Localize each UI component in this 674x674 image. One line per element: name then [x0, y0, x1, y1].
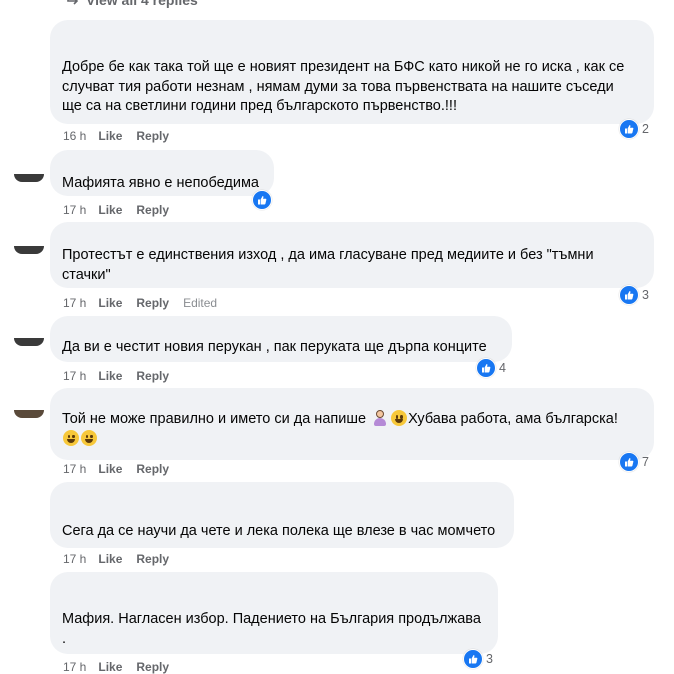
reply-button[interactable]: Reply: [136, 203, 169, 217]
comment-bubble: Мафия. Нагласен избор. Падението на Бълг…: [50, 572, 498, 654]
smiley-emoji-icon: [81, 429, 97, 446]
comment-timestamp[interactable]: 17 h: [63, 462, 86, 476]
comment-text-line: ще са на светлини години пред българскот…: [62, 98, 457, 114]
reaction-count-value: 7: [642, 455, 649, 469]
comment-meta: 17 h Like Reply: [63, 660, 183, 674]
comment-text-line: Мафията явно е непобедима: [62, 175, 259, 191]
comment-meta: 17 h Like Reply: [63, 462, 183, 476]
comment-text-part2: Хубава работа, ама българска!: [408, 411, 618, 427]
reply-arrow-icon: [67, 0, 79, 5]
like-button[interactable]: Like: [98, 660, 122, 674]
comment-bubble: Мафията явно е непобедима: [50, 150, 274, 196]
comment-timestamp[interactable]: 17 h: [63, 660, 86, 674]
comment-bubble: Да ви е честит новия перукан , пак перук…: [50, 316, 512, 362]
comment-timestamp[interactable]: 17 h: [63, 552, 86, 566]
comment-text-line: Сега да се научи да чете и лека полека щ…: [62, 523, 496, 539]
comment-text-line: Добре бе как така той ще е новият презид…: [62, 59, 625, 75]
like-button[interactable]: Like: [98, 462, 122, 476]
reply-button[interactable]: Reply: [136, 552, 169, 566]
comment-meta: 16 h Like Reply: [63, 129, 183, 143]
smiley-emoji-icon: [63, 429, 79, 446]
view-all-replies-link[interactable]: View all 4 replies: [66, 0, 198, 8]
comment-meta: 17 h Like Reply Edited: [63, 296, 217, 310]
comment-text-part1: Той не може правилно и името си да напиш…: [62, 411, 367, 427]
grinning-emoji-icon: [391, 410, 408, 426]
comment-bubble: Протестът е единствения изход , да има г…: [50, 222, 654, 288]
avatar[interactable]: [14, 246, 44, 254]
edited-label: Edited: [183, 296, 218, 310]
avatar[interactable]: [14, 174, 44, 182]
reply-button[interactable]: Reply: [136, 296, 169, 310]
comment-text-line: случват тия работи незнам , нямам думи з…: [62, 78, 614, 95]
reaction-count[interactable]: 2: [619, 119, 649, 139]
reaction-count[interactable]: 7: [619, 452, 649, 472]
comment-bubble: Той не може правилно и името си да напиш…: [50, 388, 654, 460]
like-reaction-icon: [619, 452, 639, 472]
like-button[interactable]: Like: [98, 369, 122, 383]
like-button[interactable]: Like: [98, 296, 122, 310]
comment-timestamp[interactable]: 17 h: [63, 369, 86, 383]
comment-text-line: Мафия. Нагласен избор. Падението на Бълг…: [62, 611, 481, 627]
reaction-count[interactable]: 4: [476, 358, 506, 378]
reply-button[interactable]: Reply: [136, 660, 169, 674]
reply-button[interactable]: Reply: [136, 369, 169, 383]
comment-text-line: Да ви е честит новия перукан , пак перук…: [62, 339, 487, 355]
comment-meta: 17 h Like Reply: [63, 552, 183, 566]
comment-text-line: .: [62, 630, 67, 647]
comment-text-line-1: Той не може правилно и името си да напиш…: [62, 410, 642, 430]
like-button[interactable]: Like: [98, 552, 122, 566]
comment-bubble: Сега да се научи да чете и лека полека щ…: [50, 482, 514, 548]
like-reaction-icon: [619, 119, 639, 139]
like-reaction-icon: [252, 190, 272, 210]
comment-meta: 17 h Like Reply: [63, 203, 183, 217]
reaction-badge[interactable]: [252, 190, 272, 210]
like-reaction-icon: [619, 285, 639, 305]
comment-timestamp[interactable]: 16 h: [63, 129, 86, 143]
comment-meta: 17 h Like Reply: [63, 369, 183, 383]
comment-text-line-2: [62, 429, 642, 450]
reaction-count-value: 3: [486, 652, 493, 666]
comment-timestamp[interactable]: 17 h: [63, 203, 86, 217]
woman-facepalm-emoji-icon: [372, 410, 388, 426]
reaction-count-value: 4: [499, 361, 506, 375]
reaction-count[interactable]: 3: [619, 285, 649, 305]
avatar[interactable]: [14, 338, 44, 346]
reaction-count-value: 2: [642, 122, 649, 136]
comment-timestamp[interactable]: 17 h: [63, 296, 86, 310]
reaction-count[interactable]: 3: [463, 649, 493, 669]
reply-button[interactable]: Reply: [136, 462, 169, 476]
avatar[interactable]: [14, 410, 44, 418]
like-button[interactable]: Like: [98, 129, 122, 143]
comment-text-line: Протестът е единствения изход , да има г…: [62, 247, 594, 263]
view-all-replies-label: View all 4 replies: [86, 0, 198, 8]
like-reaction-icon: [476, 358, 496, 378]
reply-button[interactable]: Reply: [136, 129, 169, 143]
like-button[interactable]: Like: [98, 203, 122, 217]
comment-text-line: стачки": [62, 266, 111, 283]
reaction-count-value: 3: [642, 288, 649, 302]
comment-bubble: Добре бе как така той ще е новият презид…: [50, 20, 654, 124]
like-reaction-icon: [463, 649, 483, 669]
